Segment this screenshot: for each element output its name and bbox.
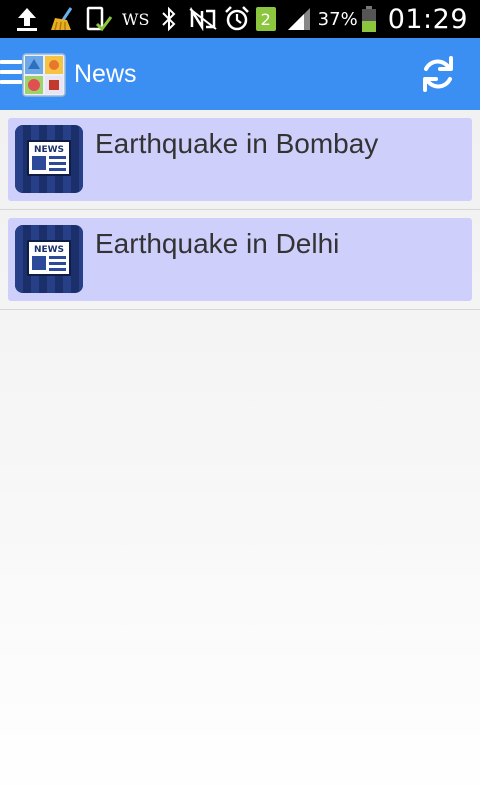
news-card[interactable]: NEWS Earthquake in Bombay	[8, 118, 472, 201]
upload-icon	[12, 4, 42, 34]
list-item[interactable]: NEWS Earthquake in Delhi	[0, 210, 480, 310]
ws-label: WS	[122, 9, 150, 29]
status-bar-right: 2 37% 01:29	[154, 0, 468, 38]
news-icon-label: NEWS	[34, 145, 64, 155]
news-card[interactable]: NEWS Earthquake in Delhi	[8, 218, 472, 301]
news-icon: NEWS	[15, 225, 83, 293]
news-icon: NEWS	[15, 125, 83, 193]
nfc-off-icon	[188, 4, 218, 34]
hamburger-icon[interactable]	[0, 60, 22, 86]
clock: 01:29	[387, 3, 468, 35]
battery-icon	[360, 4, 378, 34]
bluetooth-icon	[154, 4, 184, 34]
list-item[interactable]: NEWS Earthquake in Bombay	[0, 110, 480, 210]
news-icon-label: NEWS	[34, 245, 64, 255]
status-bar: WS 2 37% 01:29	[0, 0, 480, 38]
phone-check-icon	[84, 4, 114, 34]
app-logo-icon[interactable]	[22, 53, 66, 97]
news-title: Earthquake in Delhi	[95, 228, 340, 259]
status-bar-left: WS	[0, 4, 163, 34]
battery-percent: 37%	[317, 8, 358, 30]
action-bar: News	[0, 38, 480, 110]
sim-badge: 2	[255, 7, 276, 31]
news-title: Earthquake in Bombay	[95, 128, 379, 159]
app-title: News	[74, 60, 137, 88]
broom-icon	[48, 4, 78, 34]
alarm-icon	[222, 4, 252, 34]
refresh-icon[interactable]	[418, 54, 458, 94]
signal-icon	[284, 4, 314, 34]
news-list: NEWS Earthquake in Bombay NEWS Earthquak…	[0, 110, 480, 310]
